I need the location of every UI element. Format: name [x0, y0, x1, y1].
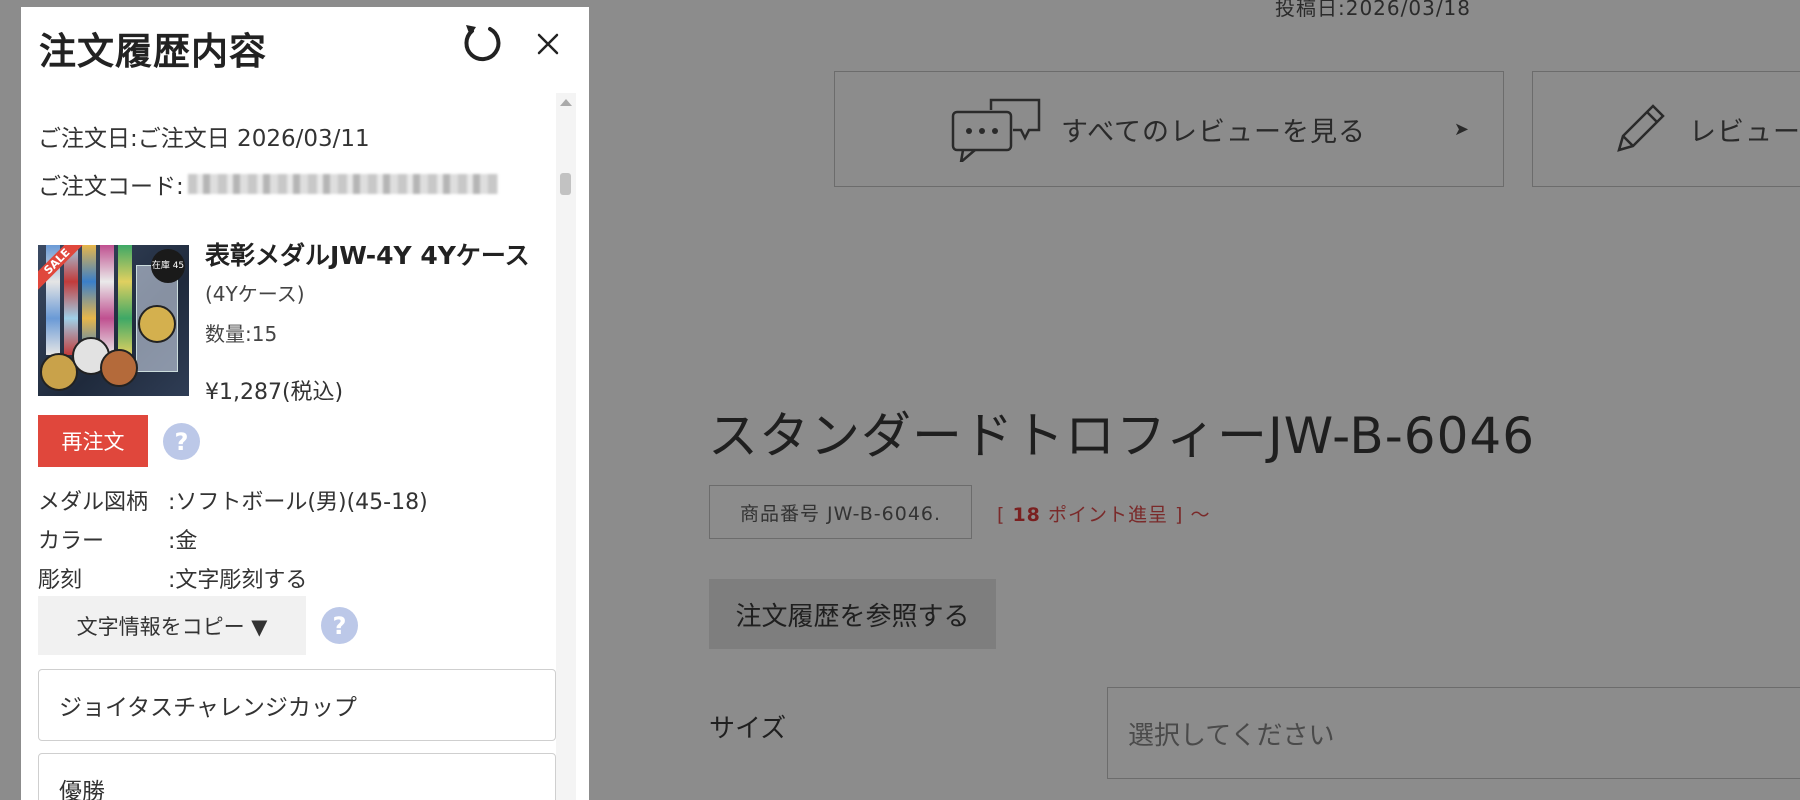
- all-reviews-button[interactable]: すべてのレビューを見る ➤: [834, 71, 1504, 187]
- write-review-button[interactable]: レビュー: [1532, 71, 1800, 187]
- reload-icon[interactable]: [460, 21, 504, 65]
- attribute-key: カラー: [38, 529, 105, 554]
- points-value: 18: [1012, 504, 1041, 526]
- close-icon[interactable]: [533, 29, 563, 59]
- pencil-icon: [1617, 104, 1665, 152]
- product-sku: 商品番号 JW-B-6046.: [709, 485, 972, 539]
- order-date: ご注文日:ご注文日 2026/03/11: [38, 126, 370, 152]
- stock-badge: 在庫 45: [151, 249, 185, 283]
- scroll-up-arrow-icon[interactable]: [560, 99, 572, 106]
- attribute-value: :ソフトボール(男)(45-18): [168, 490, 428, 515]
- engraving-line-field[interactable]: ジョイタスチャレンジカップ: [38, 669, 556, 741]
- reorder-help-icon[interactable]: ?: [163, 423, 200, 460]
- attribute-row-engraving: 彫刻 :文字彫刻する: [38, 562, 307, 594]
- engraving-line-field[interactable]: 優勝: [38, 753, 556, 800]
- item-variant: (4Yケース): [205, 282, 305, 306]
- attribute-row-medal-design: メダル図柄 :ソフトボール(男)(45-18): [38, 484, 428, 516]
- attribute-row-color: カラー :金: [38, 523, 197, 555]
- item-name[interactable]: 表彰メダルJW-4Y 4Yケース: [205, 236, 530, 272]
- scroll-thumb[interactable]: [560, 173, 571, 195]
- attribute-value: :金: [168, 529, 198, 554]
- attribute-key: 彫刻: [38, 568, 83, 593]
- copy-text-info-button[interactable]: 文字情報をコピー ▼: [38, 596, 306, 655]
- product-thumbnail[interactable]: SALE 在庫 45: [38, 245, 189, 396]
- review-posted-date: 投稿日:2026/03/18: [1275, 0, 1472, 20]
- size-select[interactable]: 選択してください: [1107, 687, 1800, 779]
- size-label: サイズ: [709, 714, 787, 744]
- order-history-panel: 注文履歴内容 ご注文日:ご注文日 2026/03/11 ご注文コード: SALE…: [21, 7, 589, 800]
- panel-title: 注文履歴内容: [39, 30, 267, 73]
- arrow-right-icon: ➤: [1453, 118, 1469, 140]
- attribute-key: メダル図柄: [38, 490, 149, 515]
- item-price: ¥1,287(税込): [205, 380, 344, 405]
- attribute-value: :文字彫刻する: [168, 568, 308, 593]
- copy-help-icon[interactable]: ?: [321, 607, 358, 644]
- order-code-redacted: [187, 174, 498, 194]
- chat-bubbles-icon: [951, 98, 1041, 162]
- order-code-row: ご注文コード:: [38, 167, 498, 201]
- reorder-button[interactable]: 再注文: [38, 415, 148, 467]
- all-reviews-label: すべてのレビューを見る: [1061, 116, 1367, 148]
- panel-scrollbar[interactable]: [556, 93, 576, 800]
- order-code-label: ご注文コード:: [38, 174, 184, 200]
- write-review-label: レビュー: [1689, 116, 1800, 148]
- item-quantity: 数量:15: [205, 322, 278, 346]
- product-title: スタンダードトロフィーJW-B-6046: [708, 407, 1536, 465]
- points-badge: [ 18 ポイント進呈 ] 〜: [997, 504, 1211, 526]
- order-history-button[interactable]: 注文履歴を参照する: [709, 579, 996, 649]
